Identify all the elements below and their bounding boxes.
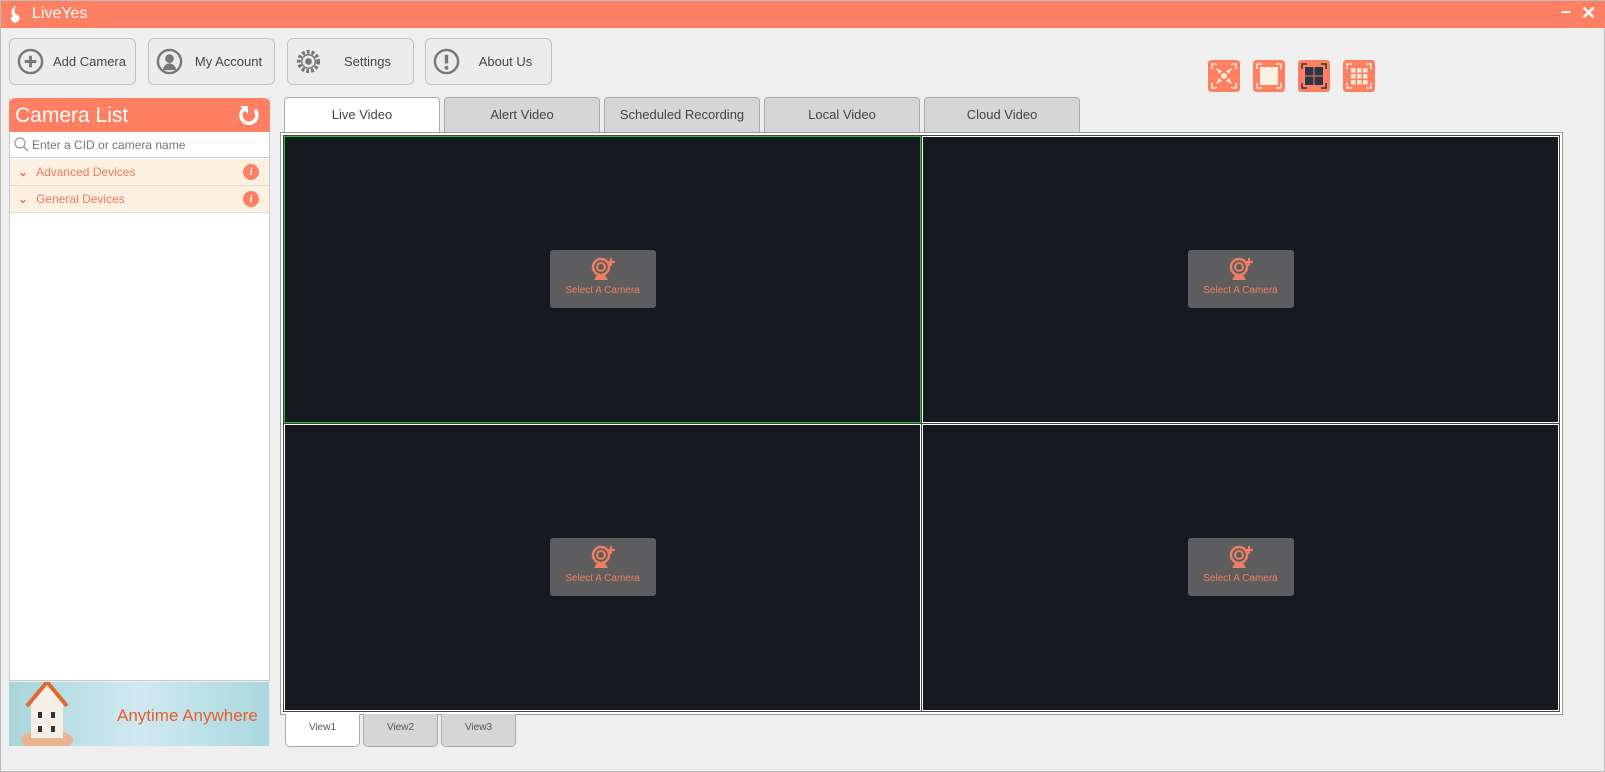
group-advanced-devices[interactable]: ⌄ Advanced Devices i xyxy=(10,159,269,186)
app-title: LiveYes xyxy=(32,5,88,22)
single-layout-icon[interactable] xyxy=(1253,60,1285,92)
add-camera-button[interactable]: Add Camera xyxy=(9,38,136,85)
webcam-add-icon xyxy=(591,545,615,568)
tab-local-video[interactable]: Local Video xyxy=(764,97,920,132)
my-account-label: My Account xyxy=(194,54,263,69)
video-cell[interactable]: Select A Camera xyxy=(921,423,1560,712)
app-logo-icon xyxy=(10,5,20,23)
select-camera-button[interactable]: Select A Camera xyxy=(549,537,656,596)
group-label: Advanced Devices xyxy=(36,165,136,179)
video-cell[interactable]: Select A Camera xyxy=(921,135,1560,424)
video-cell[interactable]: Select A Camera xyxy=(283,135,922,424)
exclamation-icon xyxy=(433,48,460,75)
chevron-down-icon: ⌄ xyxy=(18,192,29,206)
camera-list-header: Camera List xyxy=(9,98,270,132)
view-tab-2[interactable]: View2 xyxy=(363,714,438,747)
fullscreen-layout-icon[interactable] xyxy=(1208,60,1240,92)
tab-alert-video[interactable]: Alert Video xyxy=(444,97,600,132)
search-icon xyxy=(14,137,29,152)
select-camera-button[interactable]: Select A Camera xyxy=(1187,249,1294,308)
settings-label: Settings xyxy=(344,54,391,69)
webcam-add-icon xyxy=(591,257,615,280)
video-cell[interactable]: Select A Camera xyxy=(283,423,922,712)
camera-search-input[interactable] xyxy=(32,137,269,152)
info-icon[interactable]: i xyxy=(243,191,259,207)
title-bar: LiveYes – ✕ xyxy=(1,1,1605,28)
about-us-button[interactable]: About Us xyxy=(425,38,552,85)
minimize-button[interactable]: – xyxy=(1561,1,1571,22)
add-camera-label: Add Camera xyxy=(53,54,126,69)
refresh-icon[interactable] xyxy=(238,104,260,126)
group-general-devices[interactable]: ⌄ General Devices i xyxy=(10,186,269,213)
close-button[interactable]: ✕ xyxy=(1581,3,1596,24)
info-icon[interactable]: i xyxy=(243,164,259,180)
camera-list-panel: Camera List ⌄ Advanced Devices i ⌄ General … xyxy=(9,98,270,681)
nine-layout-icon[interactable] xyxy=(1343,60,1375,92)
webcam-add-icon xyxy=(1229,545,1253,568)
user-icon xyxy=(156,48,183,75)
about-us-label: About Us xyxy=(478,54,533,69)
plus-circle-icon xyxy=(17,48,44,75)
webcam-add-icon xyxy=(1229,257,1253,280)
select-camera-button[interactable]: Select A Camera xyxy=(1187,537,1294,596)
group-label: General Devices xyxy=(36,192,125,206)
promo-banner: Anytime Anywhere xyxy=(9,682,269,746)
view-tab-3[interactable]: View3 xyxy=(441,714,516,747)
quad-layout-icon[interactable] xyxy=(1298,60,1330,92)
view-tab-1[interactable]: View1 xyxy=(285,714,360,747)
house-icon xyxy=(21,682,73,746)
my-account-button[interactable]: My Account xyxy=(148,38,275,85)
settings-button[interactable]: Settings xyxy=(287,38,414,85)
select-camera-label: Select A Camera xyxy=(1203,572,1278,584)
tab-live-video[interactable]: Live Video xyxy=(284,97,440,133)
camera-search xyxy=(10,132,269,158)
select-camera-label: Select A Camera xyxy=(1203,284,1278,296)
banner-text: Anytime Anywhere xyxy=(117,706,258,725)
select-camera-button[interactable]: Select A Camera xyxy=(549,249,656,308)
select-camera-label: Select A Camera xyxy=(565,284,640,296)
camera-list-title: Camera List xyxy=(15,104,129,127)
tab-cloud-video[interactable]: Cloud Video xyxy=(924,97,1080,132)
tab-scheduled-recording[interactable]: Scheduled Recording xyxy=(604,97,760,132)
select-camera-label: Select A Camera xyxy=(565,572,640,584)
chevron-down-icon: ⌄ xyxy=(18,165,29,179)
gear-icon xyxy=(296,49,321,74)
